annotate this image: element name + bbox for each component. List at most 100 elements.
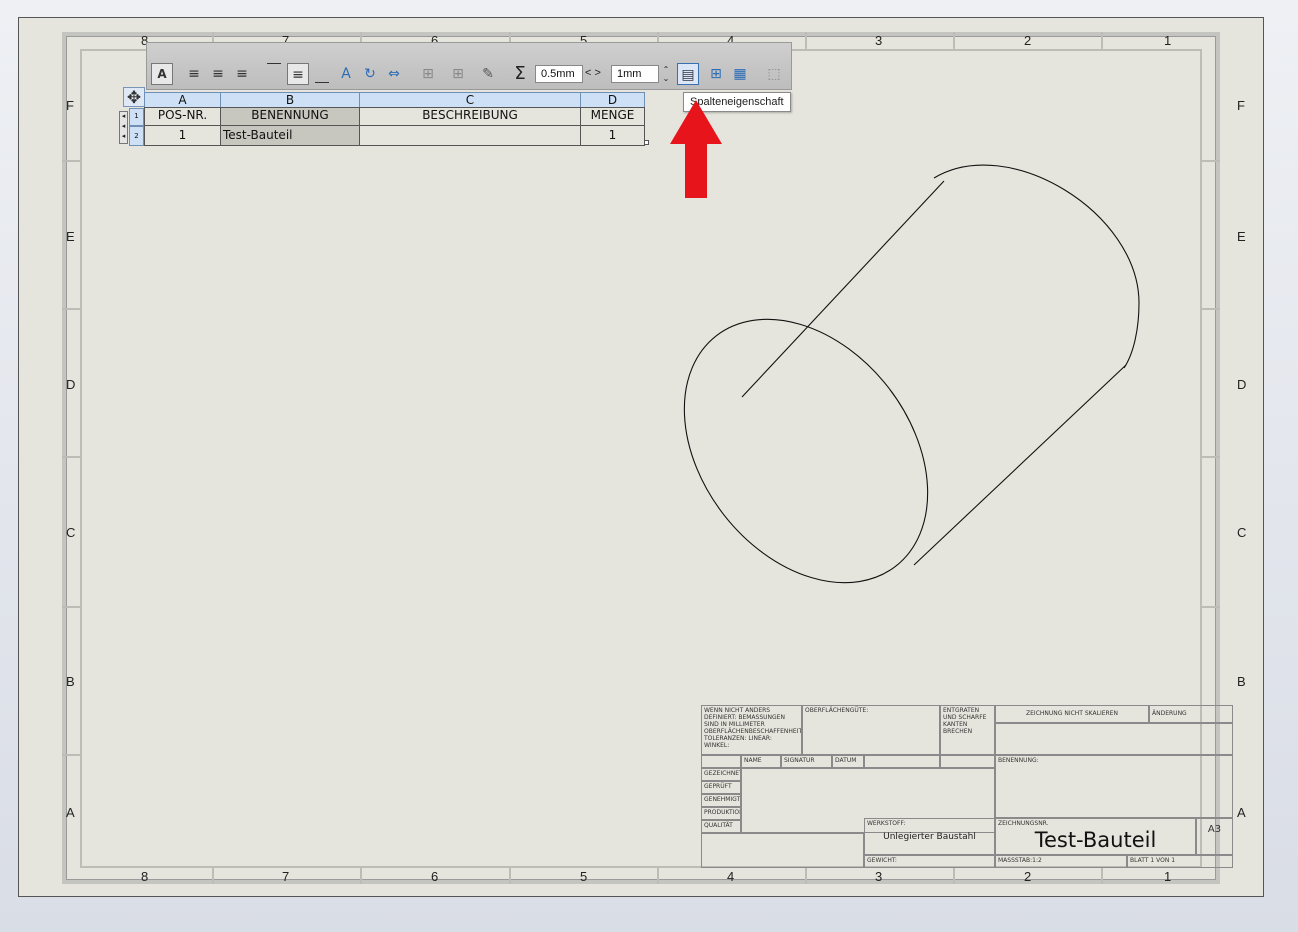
tb-drawing-no: Test-Bauteil	[1034, 828, 1157, 852]
col-letter-d[interactable]: D	[580, 92, 645, 108]
edit-cell-icon[interactable]: ✎	[477, 63, 499, 85]
zone-row-left-B: B	[66, 674, 75, 689]
cell-menge[interactable]: 1	[580, 125, 645, 146]
cell-pos-nr[interactable]: 1	[144, 125, 221, 146]
tb-col-date: DATUM	[832, 755, 864, 768]
tb-blank-right	[995, 723, 1233, 755]
align-bottom-icon[interactable]: ⎽	[311, 63, 333, 85]
zone-col-bottom-4: 4	[727, 869, 735, 884]
zone-tick-col	[805, 32, 807, 50]
spacing-input[interactable]: 1mm	[611, 65, 659, 83]
tb-col-signature: SIGNATUR	[781, 755, 832, 768]
zone-tick-row	[62, 606, 80, 608]
zone-col-bottom-3: 3	[875, 869, 883, 884]
tb-col-name: NAME	[741, 755, 781, 768]
cylinder-front-face	[683, 318, 929, 584]
tb-default-note: WENN NICHT ANDERS DEFINIERT: BEMASSUNGEN…	[701, 705, 802, 755]
spacing-spinner[interactable]: ⌃ ⌄	[661, 65, 671, 83]
zone-tick-row	[1202, 456, 1220, 458]
header-benennung[interactable]: BENENNUNG	[220, 107, 360, 126]
zone-row-left-D: D	[66, 377, 76, 392]
zone-row-right-A: A	[1237, 805, 1246, 820]
tb-format: A3	[1196, 818, 1233, 855]
table-icon[interactable]: ▦	[729, 63, 751, 85]
tb-production: PRODUKTION	[701, 807, 741, 820]
text-rotate-icon[interactable]: A	[335, 63, 357, 85]
tb-sig-header-empty	[701, 755, 741, 768]
line-width-input[interactable]: 0.5mm	[535, 65, 583, 83]
zone-tick-row	[62, 308, 80, 310]
zone-row-right-C: C	[1237, 525, 1247, 540]
zone-tick-row	[1202, 308, 1220, 310]
fit-width-icon[interactable]: ⇔	[383, 63, 405, 85]
zone-tick-row	[62, 160, 80, 162]
insert-row-above-icon[interactable]: ⊞	[417, 63, 439, 85]
zone-tick-col	[1101, 32, 1103, 50]
zone-col-bottom-2: 2	[1024, 869, 1032, 884]
align-right-icon[interactable]: ≡	[231, 63, 253, 85]
cell-beschreibung[interactable]	[359, 125, 581, 146]
text-format-icon[interactable]: A	[151, 63, 173, 85]
zone-col-top-3: 3	[875, 33, 883, 48]
cylinder-top-silhouette	[741, 180, 945, 398]
tb-approved: GENEHMIGT	[701, 794, 741, 807]
cell-benennung[interactable]: Test-Bauteil	[220, 125, 360, 146]
tb-do-not-scale: ZEICHNUNG NICHT SKALIEREN	[995, 705, 1149, 723]
header-pos-nr[interactable]: POS-NR.	[144, 107, 221, 126]
align-top-icon[interactable]: ⎺	[263, 63, 285, 85]
zone-col-top-2: 2	[1024, 33, 1032, 48]
tb-edges: ENTGRATEN UND SCHARFE KANTEN BRECHEN	[940, 705, 995, 755]
tb-grid-left-bottom	[701, 833, 864, 868]
row-number-2[interactable]: 2	[129, 126, 144, 146]
tb-designation: BENENNUNG:	[995, 755, 1233, 818]
tb-extra-2	[940, 755, 995, 768]
align-middle-icon[interactable]: ≡	[287, 63, 309, 85]
annotation-arrow	[670, 100, 722, 198]
zone-tick-row	[1202, 160, 1220, 162]
zone-tick-row	[62, 754, 80, 756]
zone-col-bottom-5: 5	[580, 869, 588, 884]
zone-tick-col	[805, 866, 807, 884]
zone-tick-col	[1101, 866, 1103, 884]
header-menge[interactable]: MENGE	[580, 107, 645, 126]
row-handle-column[interactable]: ◂ ◂ ◂	[119, 111, 128, 144]
tb-revision: ÄNDERUNG	[1149, 705, 1233, 723]
col-letter-a[interactable]: A	[144, 92, 221, 108]
table-resize-handle[interactable]	[644, 140, 649, 145]
col-letter-b[interactable]: B	[220, 92, 360, 108]
rotate-icon[interactable]: ↻	[359, 63, 381, 85]
header-beschreibung[interactable]: BESCHREIBUNG	[359, 107, 581, 126]
zone-tick-col	[657, 866, 659, 884]
align-left-icon[interactable]: ≡	[183, 63, 205, 85]
zone-row-left-F: F	[66, 98, 74, 113]
align-center-icon[interactable]: ≡	[207, 63, 229, 85]
tb-surface: OBERFLÄCHENGÜTE:	[802, 705, 940, 755]
zone-row-right-B: B	[1237, 674, 1246, 689]
row-number-1[interactable]: 1	[129, 108, 144, 126]
tb-extra-1	[864, 755, 940, 768]
zone-tick-col	[212, 866, 214, 884]
tb-drawn: GEZEICHNET	[701, 768, 741, 781]
drawing-sheet: 8 7 6 5 4 3 2 1 8 7 6 5 4 3 2 1 F E D C …	[18, 17, 1264, 897]
zone-tick-col	[953, 866, 955, 884]
table-move-handle[interactable]: ✥	[123, 87, 145, 108]
tb-checked: GEPRÜFT	[701, 781, 741, 794]
zone-row-right-E: E	[1237, 229, 1246, 244]
tb-scale: MASSSTAB:1:2	[995, 855, 1127, 868]
cylinder-back-edge	[933, 164, 1140, 369]
insert-row-below-icon[interactable]: ⊞	[447, 63, 469, 85]
column-properties-icon[interactable]: ▤	[677, 63, 699, 85]
col-letter-c[interactable]: C	[359, 92, 581, 108]
cylinder-view[interactable]	[679, 153, 1159, 613]
zone-row-right-D: D	[1237, 377, 1247, 392]
tb-sheet: BLATT 1 VON 1	[1127, 855, 1233, 868]
spin-arrows[interactable]: < >	[585, 67, 601, 79]
cell-select-icon[interactable]: ⬚	[763, 63, 785, 85]
zone-tick-row	[1202, 606, 1220, 608]
table-split-icon[interactable]: ⊞	[705, 63, 727, 85]
zone-col-top-1: 1	[1164, 33, 1172, 48]
zone-row-left-A: A	[66, 805, 75, 820]
tb-material-value: Unlegierter Baustahl	[883, 832, 976, 842]
tb-weight: GEWICHT:	[864, 855, 995, 868]
sum-icon[interactable]: Σ	[509, 63, 531, 85]
